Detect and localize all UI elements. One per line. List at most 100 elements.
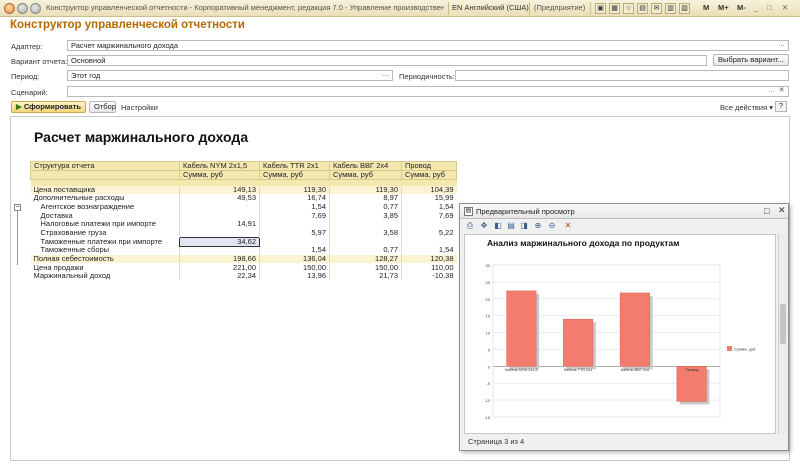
table-cell[interactable]: -10,38 bbox=[401, 272, 457, 281]
table-cell[interactable]: 13,96 bbox=[259, 272, 330, 281]
preview-scrollbar[interactable] bbox=[778, 234, 787, 434]
preview-window[interactable]: Предварительный просмотр ▤ □ ✕ ⎙ ✥ ◧ ▤ ◨… bbox=[459, 203, 789, 451]
table-cell[interactable]: 5,97 bbox=[259, 228, 330, 238]
scenario-field[interactable]: ... ✕ bbox=[67, 86, 789, 97]
language-indicator[interactable]: EN Английский (США) bbox=[452, 3, 529, 12]
table-cell[interactable]: 22,34 bbox=[179, 272, 260, 281]
mail-icon[interactable]: ✉ bbox=[651, 3, 662, 14]
y-tick-label: 5 bbox=[488, 347, 491, 352]
y-tick-label: 0 bbox=[488, 364, 491, 369]
all-actions-menu[interactable]: Все действия ▾ bbox=[720, 103, 773, 112]
y-tick-label: -5 bbox=[486, 381, 490, 386]
close-preview-icon[interactable]: ✕ bbox=[563, 221, 573, 231]
page-first-icon[interactable]: ◧ bbox=[493, 221, 503, 231]
report-title: Расчет маржинального дохода bbox=[34, 129, 249, 145]
table-cell[interactable] bbox=[179, 228, 260, 238]
memory-minus-button[interactable]: M- bbox=[737, 3, 746, 12]
variant-field[interactable]: Основной bbox=[67, 55, 707, 66]
settings-button[interactable]: Настройки bbox=[121, 103, 158, 112]
legend-label: Сумма, руб. bbox=[734, 347, 756, 352]
x-tick-label: Кабель NYM 2х1,5 bbox=[505, 368, 537, 372]
y-tick-label: 10 bbox=[486, 331, 491, 336]
memory-button[interactable]: M bbox=[703, 3, 709, 12]
table-cell[interactable] bbox=[179, 202, 260, 212]
table-cell[interactable]: 120,38 bbox=[401, 255, 457, 264]
preview-title: Предварительный просмотр bbox=[460, 204, 788, 219]
bar bbox=[563, 318, 594, 367]
generate-button[interactable]: ▶ Сформировать bbox=[11, 101, 86, 113]
y-tick-label: -15 bbox=[484, 415, 491, 420]
table-cell[interactable]: 3,85 bbox=[329, 211, 402, 220]
choose-variant-button[interactable]: Выбрать вариант... bbox=[713, 54, 789, 66]
zoom-out-icon[interactable]: ⊖ bbox=[547, 221, 557, 231]
row-label: Полная себестоимость bbox=[30, 255, 180, 264]
column-subheader: Сумма, руб bbox=[329, 170, 402, 180]
clear-icon[interactable]: ✕ bbox=[776, 87, 787, 96]
app-menu-icon[interactable] bbox=[4, 3, 15, 14]
all-actions-label: Все действия bbox=[720, 103, 768, 112]
zoom-in-icon[interactable]: ⊕ bbox=[533, 221, 543, 231]
row-label: Маржинальный доход bbox=[33, 271, 111, 281]
print-icon[interactable]: ⎙ bbox=[465, 221, 475, 231]
adapter-field[interactable]: Расчет маржинального дохода ... 🔍 bbox=[67, 40, 789, 51]
close-button[interactable]: ✕ bbox=[782, 3, 788, 12]
star-icon[interactable]: ☆ bbox=[623, 3, 634, 14]
search-icon[interactable]: 🔍 bbox=[786, 41, 788, 50]
row-label: Агентское вознаграждение bbox=[40, 201, 135, 211]
table-row[interactable]: Страхование груза 5,97 3,58 5,22 bbox=[31, 228, 457, 238]
report-table: Структура отчета Кабель NYM 2x1,5 Кабель… bbox=[30, 161, 457, 281]
table-cell[interactable]: 128,27 bbox=[329, 255, 402, 264]
page-icon[interactable]: ▤ bbox=[506, 221, 516, 231]
table-cell[interactable]: 14,91 bbox=[179, 220, 260, 229]
x-tick-label: Кабель ВВГ 2х4 bbox=[621, 368, 649, 372]
table-cell[interactable]: 136,04 bbox=[259, 255, 330, 264]
restore-button[interactable]: □ bbox=[767, 3, 772, 12]
column-subheader: Сумма, руб bbox=[179, 170, 260, 180]
scrollbar-thumb[interactable] bbox=[780, 304, 786, 344]
table-cell[interactable]: 3,58 bbox=[329, 228, 402, 238]
collapse-group-icon[interactable]: − bbox=[14, 204, 21, 211]
back-icon[interactable] bbox=[17, 3, 28, 14]
table-cell[interactable]: 1,54 bbox=[259, 203, 330, 212]
minimize-button[interactable]: _ bbox=[754, 3, 758, 12]
table-row[interactable]: Полная себестоимость 198,66 136,04 128,27 12… bbox=[30, 255, 457, 264]
page-last-icon[interactable]: ◨ bbox=[519, 221, 529, 231]
y-tick-label: 25 bbox=[486, 280, 491, 285]
legend-swatch bbox=[727, 346, 732, 351]
table-cell[interactable]: 21,73 bbox=[329, 272, 402, 281]
table-cell[interactable]: 198,66 bbox=[179, 255, 260, 264]
memory-plus-button[interactable]: M+ bbox=[718, 3, 729, 12]
table-row[interactable]: Маржинальный доход 22,34 13,96 21,73 -10,38 bbox=[31, 272, 457, 281]
copy-icon[interactable]: ▣ bbox=[595, 3, 606, 14]
table-cell[interactable]: 49,53 bbox=[179, 194, 260, 203]
table-row[interactable]: Агентское вознаграждение 1,54 0,77 1,54 bbox=[31, 203, 457, 212]
y-tick-label: -10 bbox=[484, 398, 491, 403]
generate-label: Сформировать bbox=[23, 102, 81, 111]
table-cell[interactable]: 7,69 bbox=[259, 211, 330, 220]
structure-header: Структура отчета bbox=[30, 161, 180, 171]
page-status: Страница 3 из 4 bbox=[468, 437, 525, 446]
calendar-icon[interactable]: ▤ bbox=[637, 3, 648, 14]
table-cell[interactable]: 1,54 bbox=[401, 203, 457, 212]
period-field[interactable]: Этот год ... bbox=[67, 70, 393, 81]
table-cell[interactable]: 7,69 bbox=[401, 211, 457, 220]
grid-icon[interactable]: ▦ bbox=[609, 3, 620, 14]
structure-subheader bbox=[30, 170, 180, 180]
company-label: (Предприятие) bbox=[534, 3, 586, 12]
y-tick-label: 20 bbox=[486, 297, 491, 302]
help-button[interactable]: ? bbox=[775, 101, 787, 112]
calculator-icon[interactable]: ▥ bbox=[665, 3, 676, 14]
maximize-icon[interactable]: □ bbox=[764, 206, 769, 216]
move-icon[interactable]: ✥ bbox=[479, 221, 489, 231]
close-icon[interactable]: ✕ bbox=[778, 205, 786, 216]
preview-icon: ▤ bbox=[464, 207, 473, 216]
table-cell[interactable]: 0,77 bbox=[329, 203, 402, 212]
forward-icon[interactable] bbox=[30, 3, 41, 14]
ellipsis-icon[interactable]: ... bbox=[380, 71, 391, 80]
table-cell[interactable]: 5,22 bbox=[401, 228, 457, 238]
period-label: Период: bbox=[11, 72, 40, 81]
note-icon[interactable]: ▧ bbox=[679, 3, 690, 14]
table-cell[interactable]: 34,62 bbox=[179, 236, 260, 247]
periodicity-field[interactable] bbox=[455, 70, 789, 81]
filter-button[interactable]: Отбор bbox=[89, 101, 116, 113]
